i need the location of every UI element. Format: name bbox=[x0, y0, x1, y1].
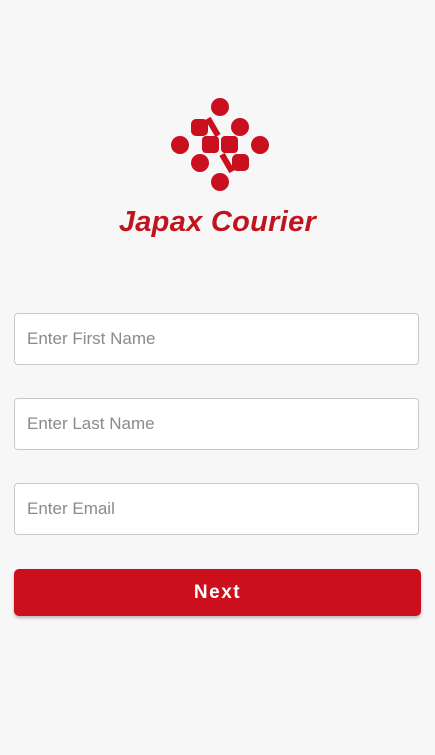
email-field[interactable] bbox=[14, 483, 419, 535]
next-button[interactable]: Next bbox=[14, 569, 421, 616]
brand-name: Japax Courier bbox=[118, 206, 317, 238]
first-name-field[interactable] bbox=[14, 313, 419, 365]
logo-container bbox=[0, 95, 435, 195]
japax-logo-icon bbox=[171, 98, 269, 191]
registration-screen: Japax Courier Next bbox=[0, 0, 435, 755]
last-name-field[interactable] bbox=[14, 398, 419, 450]
